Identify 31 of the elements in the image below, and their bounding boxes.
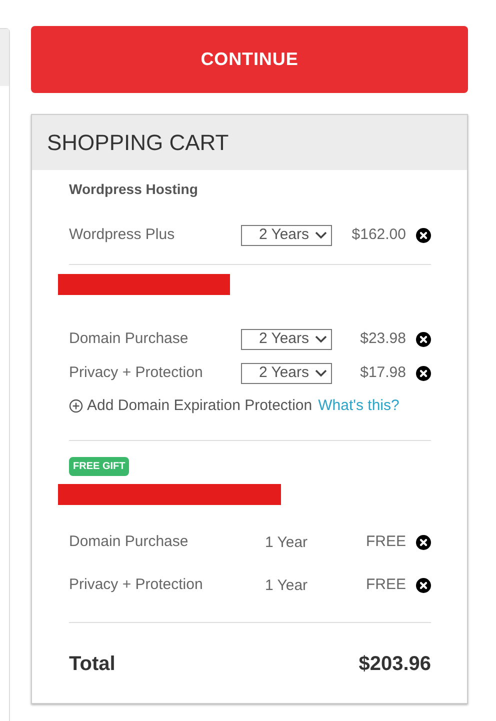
item-name: Domain Purchase xyxy=(69,328,190,349)
chevron-down-icon xyxy=(315,231,327,239)
item-price: FREE xyxy=(364,532,407,552)
term-select[interactable]: 2 Years xyxy=(241,328,332,350)
addon-label[interactable]: Add Domain Expiration Protection xyxy=(87,395,312,418)
item-term: 1 Year xyxy=(264,533,309,554)
item-name: Domain Purchase xyxy=(69,532,190,552)
chevron-down-icon xyxy=(315,335,327,343)
remove-icon[interactable] xyxy=(416,534,431,550)
chevron-down-icon xyxy=(315,369,327,377)
section-heading: Wordpress Hosting xyxy=(69,180,199,199)
remove-icon[interactable] xyxy=(416,228,431,242)
remove-icon[interactable] xyxy=(416,332,431,346)
term-select[interactable]: 2 Years xyxy=(241,362,332,384)
remove-icon[interactable] xyxy=(416,366,431,380)
item-name: Wordpress Plus xyxy=(69,224,176,245)
term-select[interactable]: 2 Years xyxy=(241,224,332,246)
item-price: $23.98 xyxy=(359,328,407,349)
continue-button[interactable]: CONTINUE xyxy=(31,26,468,93)
item-name: Privacy + Protection xyxy=(69,362,204,383)
cart-title: SHOPPING CART xyxy=(47,129,229,157)
item-name: Privacy + Protection xyxy=(69,574,204,595)
item-price: $17.98 xyxy=(359,362,407,383)
total-label: Total xyxy=(69,652,116,676)
item-price: FREE xyxy=(364,574,407,595)
add-circle-icon[interactable] xyxy=(69,399,83,414)
remove-icon[interactable] xyxy=(416,578,431,592)
item-price: $162.00 xyxy=(350,224,407,245)
item-term: 1 Year xyxy=(264,576,309,596)
total-amount: $203.96 xyxy=(358,652,431,676)
free-gift-badge: FREE GIFT xyxy=(69,456,130,476)
